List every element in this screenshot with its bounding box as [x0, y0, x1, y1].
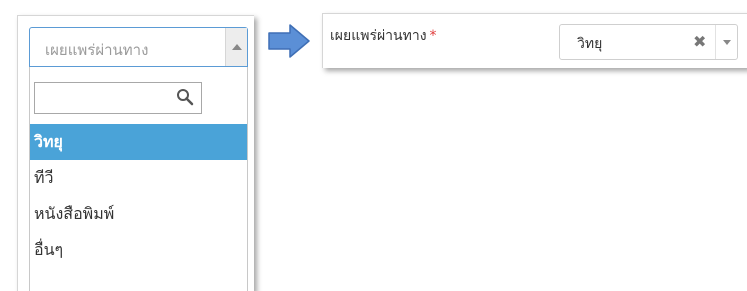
publish-channel-select[interactable]: เผยแพร่ผ่านทาง	[29, 27, 248, 67]
select-dropdown: วิทยุ ทีวี หนังสือพิมพ์ อื่นๆ	[29, 67, 248, 291]
dropdown-option[interactable]: อื่นๆ	[30, 232, 247, 268]
required-star: *	[429, 28, 437, 44]
clear-icon[interactable]: ✖	[693, 33, 706, 51]
dropdown-option[interactable]: หนังสือพิมพ์	[30, 196, 247, 232]
search-icon	[177, 89, 194, 106]
field-label: เผยแพร่ผ่านทาง *	[330, 25, 437, 47]
open-select-panel: เผยแพร่ผ่านทาง วิทยุ ทีวี หนังสือพิมพ์ อ…	[17, 15, 254, 291]
select-toggle-button[interactable]	[715, 25, 737, 59]
screenshot-stage: เผยแพร่ผ่านทาง วิทยุ ทีวี หนังสือพิมพ์ อ…	[0, 0, 747, 291]
dropdown-option[interactable]: ทีวี	[30, 160, 247, 196]
publish-channel-select-closed[interactable]: วิทยุ ✖	[559, 24, 738, 60]
select-toggle-button[interactable]	[225, 28, 247, 66]
select-placeholder: เผยแพร่ผ่านทาง	[45, 41, 149, 59]
selected-value: วิทยุ	[577, 36, 603, 52]
closed-select-panel: เผยแพร่ผ่านทาง * วิทยุ ✖	[322, 13, 747, 68]
chevron-down-icon	[722, 39, 731, 45]
chevron-up-icon	[231, 44, 242, 50]
dropdown-options-list: วิทยุ ทีวี หนังสือพิมพ์ อื่นๆ	[30, 124, 247, 268]
dropdown-option[interactable]: วิทยุ	[30, 124, 247, 160]
field-label-text: เผยแพร่ผ่านทาง	[330, 28, 427, 44]
arrow-right-icon	[268, 24, 310, 58]
